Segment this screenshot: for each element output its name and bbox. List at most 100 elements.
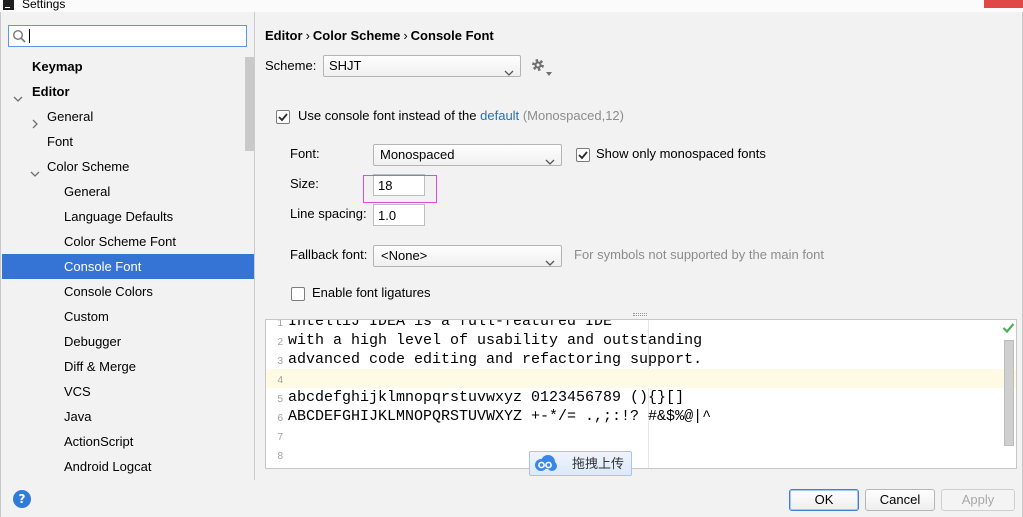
tree-item-color-scheme-general[interactable]: General xyxy=(2,179,254,204)
code-text: advanced code editing and refactoring su… xyxy=(288,351,703,368)
use-console-font-checkbox[interactable] xyxy=(276,110,290,124)
search-icon xyxy=(12,29,26,43)
scheme-value: SHJT xyxy=(329,58,362,73)
help-icon[interactable] xyxy=(13,490,31,508)
tree-item-custom[interactable]: Custom xyxy=(2,304,254,329)
gear-icon[interactable] xyxy=(531,58,545,72)
breadcrumb-color-scheme[interactable]: Color Scheme xyxy=(313,28,400,43)
preview-line: 7 xyxy=(266,426,1016,445)
tree-item-color-scheme[interactable]: Color Scheme xyxy=(2,154,254,179)
show-only-monospaced-label: Show only monospaced fonts xyxy=(596,146,766,161)
font-label: Font: xyxy=(290,146,320,161)
text-caret xyxy=(29,29,30,43)
tree-item-color-scheme-font[interactable]: Color Scheme Font xyxy=(2,229,254,254)
title-bar: Settings xyxy=(0,0,1023,12)
ok-button[interactable]: OK xyxy=(789,489,859,511)
tree-item-label: Color Scheme Font xyxy=(64,234,176,249)
breadcrumb: Editor › Color Scheme › Console Font xyxy=(265,28,494,44)
breadcrumb-editor[interactable]: Editor xyxy=(265,28,303,43)
chevron-down-icon xyxy=(545,153,555,165)
preview-line: 5 abcdefghijklmnopqrstuvwxyz 0123456789 (… xyxy=(266,388,1016,407)
tree-item-actionscript[interactable]: ActionScript xyxy=(2,429,254,454)
scheme-dropdown[interactable]: SHJT xyxy=(323,55,521,77)
app-icon xyxy=(3,0,14,10)
tree-item-diff-merge[interactable]: Diff & Merge xyxy=(2,354,254,379)
tree-item-label: Android Logcat xyxy=(64,459,152,474)
tree-item-console-colors[interactable]: Console Colors xyxy=(2,279,254,304)
tree-item-label: ActionScript xyxy=(64,434,134,449)
tree-item-label: Language Defaults xyxy=(64,209,174,224)
preview-lines: 1 IntelliJ IDEA is a full-featured IDE 2w… xyxy=(266,320,1016,464)
tree-item-label: Console Font xyxy=(64,259,142,274)
close-window-button[interactable] xyxy=(984,0,1023,8)
line-spacing-input[interactable] xyxy=(373,204,425,226)
tree-item-label: Console Colors xyxy=(64,284,153,299)
tree-item-label: Debugger xyxy=(64,334,122,349)
tree-item-label: Editor xyxy=(32,84,70,99)
settings-tree-panel: Keymap Editor General Font Color Scheme … xyxy=(1,12,255,480)
cancel-button[interactable]: Cancel xyxy=(865,489,935,511)
breadcrumb-separator: › xyxy=(305,28,310,43)
show-only-monospaced-checkbox[interactable] xyxy=(576,148,590,162)
font-value: Monospaced xyxy=(380,147,455,162)
chevron-down-icon[interactable] xyxy=(30,162,40,177)
tree-item-language-defaults[interactable]: Language Defaults xyxy=(2,204,254,229)
size-label: Size: xyxy=(290,176,319,191)
tree-item-java[interactable]: Java xyxy=(2,404,254,429)
window-title: Settings xyxy=(22,0,66,11)
tree-scrollbar-thumb[interactable] xyxy=(245,57,254,151)
tree-item-label: General xyxy=(47,109,94,124)
default-font-link[interactable]: default xyxy=(480,108,519,123)
default-font-value: (Monospaced,12) xyxy=(522,108,624,123)
drag-upload-label: 拖拽上传 xyxy=(572,456,625,471)
tree-item-android-logcat[interactable]: Android Logcat xyxy=(2,454,254,479)
tree-item-label: Java xyxy=(64,409,92,424)
scheme-label: Scheme: xyxy=(265,58,317,73)
enable-ligatures-label: Enable font ligatures xyxy=(312,285,431,300)
search-input[interactable] xyxy=(28,26,244,46)
chevron-down-icon xyxy=(545,254,555,266)
tree-item-font[interactable]: Font xyxy=(2,129,254,154)
fallback-font-value: <None> xyxy=(381,248,428,263)
tree-item-label: Color Scheme xyxy=(47,159,130,174)
tree-item-label: Diff & Merge xyxy=(64,359,137,374)
tree-item-label: Font xyxy=(47,134,74,149)
cloud-icon xyxy=(533,454,557,473)
fallback-font-label: Fallback font: xyxy=(290,247,368,262)
preview-line: 2 with a high level of usability and outs… xyxy=(266,331,1016,350)
tree-item-label: Keymap xyxy=(32,59,83,74)
editor-scrollbar-thumb[interactable] xyxy=(1004,340,1014,446)
search-field[interactable] xyxy=(8,25,247,47)
code-text: ABCDEFGHIJKLMNOPQRSTUVWXYZ +-*/= .,;:!? … xyxy=(288,408,712,425)
tree-item-editor[interactable]: Editor xyxy=(2,79,254,104)
tree-item-debugger[interactable]: Debugger xyxy=(2,329,254,354)
tree-item-console-font[interactable]: Console Font xyxy=(2,254,254,279)
breadcrumb-separator: › xyxy=(403,28,408,43)
font-dropdown[interactable]: Monospaced xyxy=(373,144,562,166)
fallback-font-hint: For symbols not supported by the main fo… xyxy=(574,247,825,262)
splitter-handle[interactable] xyxy=(633,313,647,316)
fallback-font-dropdown[interactable]: <None> xyxy=(373,245,562,267)
preview-line: 4 xyxy=(266,369,1016,388)
tree-item-label: General xyxy=(64,184,111,199)
tree-item-keymap[interactable]: Keymap xyxy=(2,54,254,79)
use-console-font-text: Use console font instead of the xyxy=(298,108,477,123)
apply-button[interactable]: Apply xyxy=(941,489,1015,511)
breadcrumb-console-font: Console Font xyxy=(410,28,494,43)
chevron-down-icon[interactable] xyxy=(13,87,23,102)
code-text: abcdefghijklmnopqrstuvwxyz 0123456789 ()… xyxy=(288,389,685,406)
line-number: 8 xyxy=(277,451,283,462)
green-check-icon xyxy=(1002,322,1015,334)
dropdown-triangle-icon[interactable] xyxy=(546,64,552,76)
tree-item-general[interactable]: General xyxy=(2,104,254,129)
chevron-right-icon[interactable] xyxy=(30,112,40,129)
preview-line: 1 IntelliJ IDEA is a full-featured IDE xyxy=(266,320,1016,331)
preview-line: 6 ABCDEFGHIJKLMNOPQRSTUVWXYZ +-*/= .,;:!?… xyxy=(266,407,1016,426)
font-preview-editor[interactable]: 1 IntelliJ IDEA is a full-featured IDE 2w… xyxy=(265,319,1017,469)
tree-item-vcs[interactable]: VCS xyxy=(2,379,254,404)
preview-line: 8 xyxy=(266,445,1016,464)
drag-upload-widget[interactable]: 拖拽上传 xyxy=(529,451,632,476)
enable-ligatures-checkbox[interactable] xyxy=(291,287,305,301)
code-text: with a high level of usability and outst… xyxy=(288,332,703,349)
use-console-font-label: Use console font instead of the default … xyxy=(298,108,624,124)
